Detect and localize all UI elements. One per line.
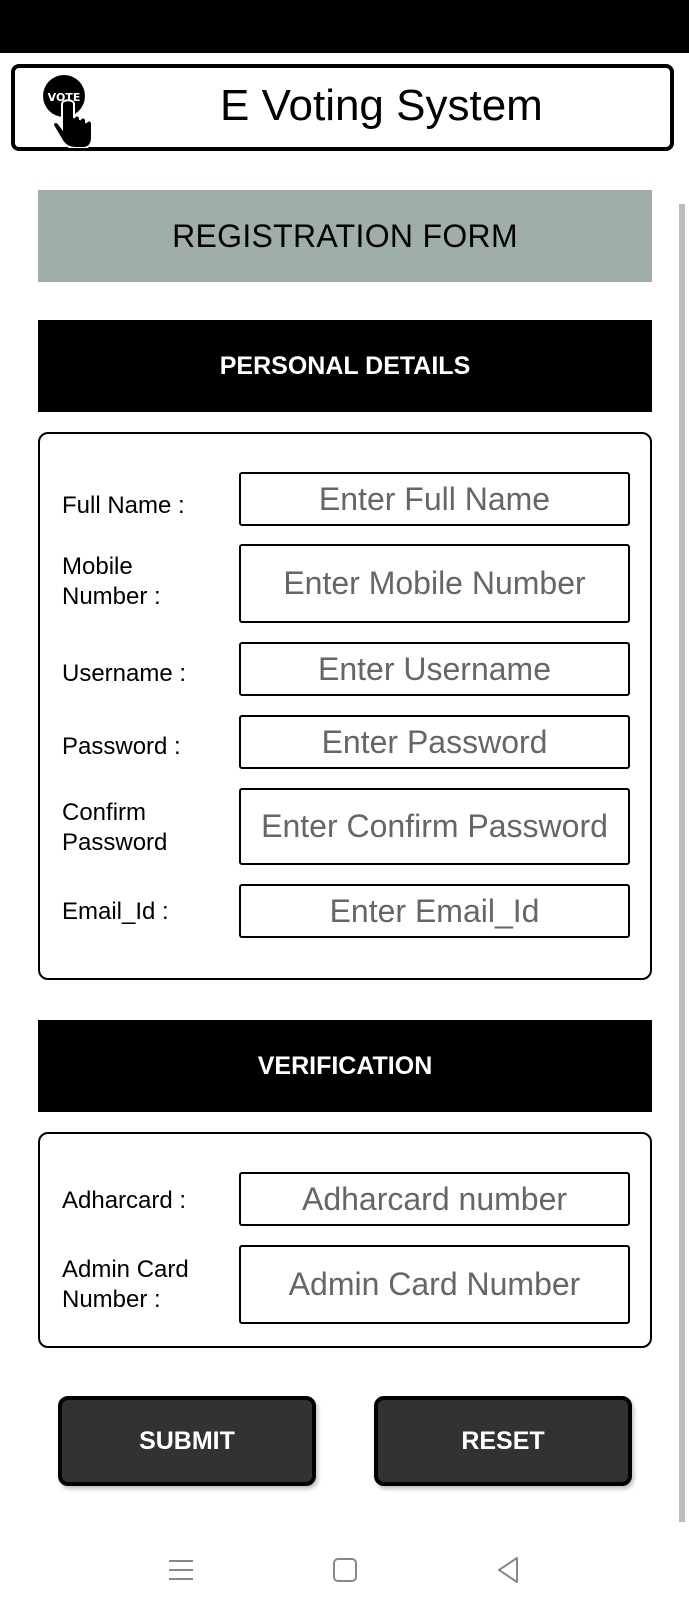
confirm-password-label: Confirm Password [62,798,167,858]
submit-button[interactable]: SUBMIT [58,1396,316,1486]
confirm-password-label-text: Confirm Password [62,799,168,856]
adharcard-label: Adharcard : [62,1187,187,1214]
confirm-password-input[interactable] [239,788,630,865]
app-header: VOTE E Voting System [11,64,674,151]
status-bar [0,0,689,53]
admin-card-input[interactable] [239,1245,630,1324]
email-label: Email_Id : [62,898,169,925]
section-title: PERSONAL DETAILS [219,351,471,380]
home-square-icon[interactable] [327,1552,363,1588]
system-navigation-bar [0,1540,689,1600]
app-title: E Voting System [220,81,543,130]
mobile-number-label: Mobile Number : [62,552,161,612]
admin-card-label-text: Admin Card Number : [62,1256,189,1313]
full-name-input[interactable] [239,472,630,526]
mobile-number-label-text: Mobile Number : [62,553,161,610]
menu-icon[interactable] [163,1552,199,1588]
full-name-label: Full Name : [62,492,185,519]
password-label: Password : [62,733,181,760]
password-input[interactable] [239,715,630,769]
reset-button[interactable]: RESET [374,1396,632,1486]
adharcard-input[interactable] [239,1172,630,1226]
verification-header: VERIFICATION [38,1020,652,1112]
form-title-bar: REGISTRATION FORM [38,190,652,282]
email-input[interactable] [239,884,630,938]
section-title: VERIFICATION [257,1051,433,1080]
mobile-number-input[interactable] [239,544,630,623]
back-triangle-icon[interactable] [491,1552,527,1588]
personal-details-card: Full Name : Mobile Number : Username : P… [38,432,652,980]
scrollbar[interactable] [679,204,685,1522]
verification-card: Adharcard : Admin Card Number : [38,1132,652,1348]
username-input[interactable] [239,642,630,696]
username-label: Username : [62,660,187,687]
personal-details-header: PERSONAL DETAILS [38,320,652,412]
page-title: REGISTRATION FORM [172,217,518,254]
admin-card-label: Admin Card Number : [62,1255,189,1315]
vote-hand-icon: VOTE [43,75,93,148]
